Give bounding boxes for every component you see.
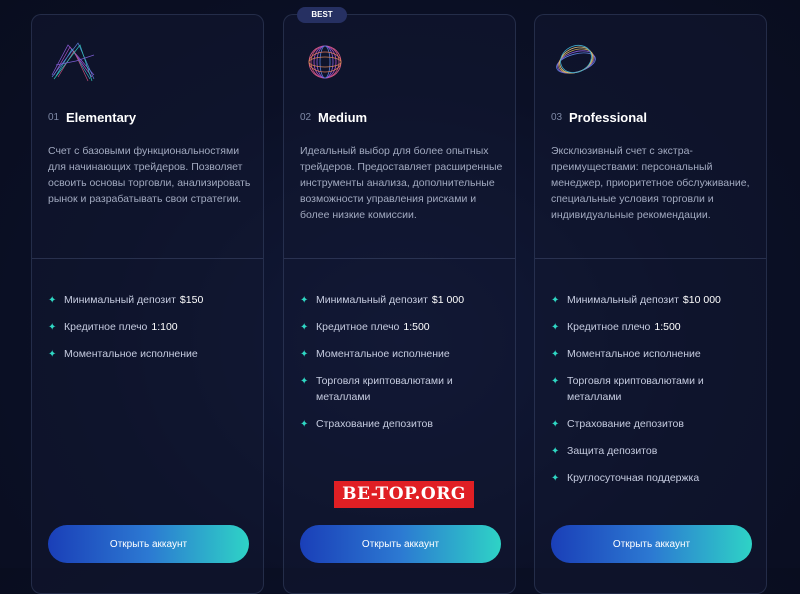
feature-item: ✦ Торговля криптовалютами и металлами xyxy=(300,375,453,403)
sparkle-icon: ✦ xyxy=(551,376,560,387)
sparkle-icon: ✦ xyxy=(551,295,560,306)
feature-item: ✦ Кредитное плечо 1:500 xyxy=(300,319,507,335)
plan-title: Professional xyxy=(569,110,648,125)
feature-list: ✦ Минимальный депозит $10 000 ✦ Кредитное п… xyxy=(551,292,758,497)
feature-value: 1:100 xyxy=(151,321,178,333)
sparkle-icon: ✦ xyxy=(48,349,57,360)
feature-item: ✦ Минимальный депозит $150 xyxy=(48,292,255,308)
feature-item: ✦ Минимальный депозит $10 000 xyxy=(551,292,758,308)
feature-item: ✦ Моментальное исполнение xyxy=(300,346,507,362)
sparkle-icon: ✦ xyxy=(48,295,57,306)
feature-item: ✦ Моментальное исполнение xyxy=(551,346,758,362)
feature-item: ✦ Минимальный депозит $1 000 xyxy=(300,292,507,308)
feature-value: $10 000 xyxy=(682,294,721,306)
plan-number: 02 xyxy=(300,112,312,123)
plan-number: 01 xyxy=(48,112,60,123)
feature-list: ✦ Минимальный депозит $1 000 ✦ Кредитное пл… xyxy=(300,292,507,443)
feature-value: 1:500 xyxy=(403,321,430,333)
sparkle-icon: ✦ xyxy=(551,322,560,333)
plan-header: 02 Medium Идеальный выбор для более опыт… xyxy=(284,15,515,259)
open-account-button[interactable]: Открыть аккаунт xyxy=(551,525,752,563)
plan-number: 03 xyxy=(551,112,563,123)
plan-title: Medium xyxy=(318,110,368,125)
feature-item: ✦ Защита депозитов xyxy=(551,443,758,459)
open-account-button[interactable]: Открыть аккаунт xyxy=(48,525,249,563)
feature-item: ✦ Круглосуточная поддержка xyxy=(551,470,758,486)
sparkle-icon: ✦ xyxy=(551,446,560,457)
feature-item: ✦ Страхование депозитов xyxy=(551,416,758,432)
plan-card-professional: 03 Professional Эксклюзивный счет с экст… xyxy=(534,14,767,594)
wave-lines-icon xyxy=(51,42,95,82)
plan-card-elementary: 01 Elementary Счет с базовыми функционал… xyxy=(31,14,264,594)
sparkle-icon: ✦ xyxy=(300,295,309,306)
feature-item: ✦ Страхование депозитов xyxy=(300,416,507,432)
plan-description: Идеальный выбор для более опытных трейде… xyxy=(300,145,503,221)
feature-item: ✦ Торговля криптовалютами и металлами xyxy=(551,375,704,403)
open-account-button[interactable]: Открыть аккаунт xyxy=(300,525,501,563)
feature-item: ✦ Кредитное плечо 1:500 xyxy=(551,319,758,335)
feature-value: $150 xyxy=(179,294,204,306)
sphere-lines-icon xyxy=(308,45,342,79)
watermark-logo: BE-TOP.ORG xyxy=(334,481,474,508)
feature-value: 1:500 xyxy=(654,321,681,333)
plan-title: Elementary xyxy=(66,110,137,125)
sparkle-icon: ✦ xyxy=(551,473,560,484)
plan-header: 03 Professional Эксклюзивный счет с экст… xyxy=(535,15,766,259)
sparkle-icon: ✦ xyxy=(48,322,57,333)
sparkle-icon: ✦ xyxy=(551,349,560,360)
sparkle-icon: ✦ xyxy=(300,322,309,333)
sparkle-icon: ✦ xyxy=(300,376,309,387)
sparkle-icon: ✦ xyxy=(300,419,309,430)
feature-value: $1 000 xyxy=(431,294,465,306)
sparkle-icon: ✦ xyxy=(300,349,309,360)
ring-lines-icon xyxy=(556,44,596,74)
plan-header: 01 Elementary Счет с базовыми функционал… xyxy=(32,15,263,259)
feature-list: ✦ Минимальный депозит $150 ✦ Кредитное плеч… xyxy=(48,292,255,373)
feature-item: ✦ Моментальное исполнение xyxy=(48,346,255,362)
best-badge: BEST xyxy=(297,7,347,23)
sparkle-icon: ✦ xyxy=(551,419,560,430)
plan-description: Счет с базовыми функциональностями для н… xyxy=(48,145,251,205)
plan-description: Эксклюзивный счет с экстра-преимуществам… xyxy=(551,145,750,221)
feature-item: ✦ Кредитное плечо 1:100 xyxy=(48,319,255,335)
